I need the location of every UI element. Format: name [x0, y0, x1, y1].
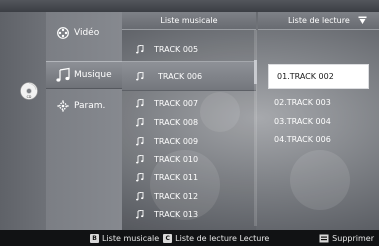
track-label: TRACK 013 [154, 210, 199, 219]
top-bar [0, 0, 379, 12]
delete-key-icon [319, 234, 329, 243]
main-menu: Vidéo Musique Param. [46, 12, 125, 230]
list-item[interactable]: TRACK 012 [122, 188, 256, 205]
track-label: TRACK 010 [154, 155, 199, 164]
track-label: TRACK 005 [154, 45, 199, 54]
track-label: TRACK 006 [158, 71, 203, 81]
music-note-icon [136, 210, 154, 219]
list-item[interactable]: TRACK 009 [122, 133, 256, 150]
playlist-header-label: Liste de lecture [288, 16, 350, 25]
hint-delete[interactable]: Supprimer [319, 234, 374, 243]
music-list-scroll-thumb[interactable] [254, 60, 257, 84]
playlist-item[interactable]: 04.TRACK 006 [274, 135, 331, 144]
music-list-panel: Liste musicale TRACK 005 TRACK 006 TRACK… [122, 12, 256, 230]
video-reel-icon [52, 27, 74, 39]
music-list-header: Liste musicale [122, 12, 256, 30]
menu-item-music[interactable]: Musique [46, 61, 125, 89]
settings-gear-icon [52, 100, 74, 112]
music-note-icon [136, 71, 154, 81]
music-note-icon [136, 192, 154, 201]
list-item[interactable]: TRACK 010 [122, 151, 256, 168]
music-note-icon [136, 99, 154, 108]
disc-label: CD [27, 95, 32, 99]
playlist-item[interactable]: 03.TRACK 004 [274, 117, 331, 126]
menu-item-label: Param. [74, 101, 106, 111]
source-column: CD [0, 12, 46, 230]
list-item[interactable]: TRACK 008 [122, 114, 256, 131]
playlist-panel: Liste de lecture 02.TRACK 003 03.TRACK 0… [258, 12, 379, 230]
track-label: TRACK 011 [154, 173, 199, 182]
list-item[interactable]: TRACK 013 [122, 206, 256, 223]
menu-item-video[interactable]: Vidéo [46, 19, 122, 47]
list-item[interactable]: TRACK 005 [122, 41, 256, 58]
playlist-mark-icon [358, 16, 367, 25]
hint-c-label: Liste de lecture Lecture [175, 233, 270, 243]
track-label: TRACK 008 [154, 118, 199, 127]
music-note-icon [136, 137, 154, 146]
list-item[interactable]: TRACK 011 [122, 169, 256, 186]
hint-b[interactable]: B Liste musicale [90, 233, 160, 243]
music-note-icon [136, 173, 154, 182]
cd-disc-icon[interactable]: CD [20, 82, 38, 100]
key-b-icon: B [90, 233, 99, 243]
hint-delete-label: Supprimer [332, 233, 374, 243]
playlist-header: Liste de lecture [258, 12, 379, 30]
media-player-screen: CD Vidéo Musique Param. Liste musicale T… [0, 0, 379, 246]
menu-item-settings[interactable]: Param. [46, 92, 122, 120]
hint-c[interactable]: C Liste de lecture Lecture [163, 233, 270, 243]
key-c-icon: C [163, 233, 173, 243]
music-note-icon [136, 155, 154, 164]
track-label: TRACK 009 [154, 137, 199, 146]
music-note-icon [52, 67, 74, 83]
track-label: TRACK 007 [154, 99, 199, 108]
music-note-icon [136, 118, 154, 127]
music-note-icon [136, 45, 154, 54]
playlist-item-focused[interactable]: 01.TRACK 002 [268, 64, 369, 89]
menu-item-label: Musique [74, 70, 112, 80]
list-item[interactable]: TRACK 007 [122, 95, 256, 112]
track-label: TRACK 012 [154, 192, 199, 201]
playlist-item[interactable]: 02.TRACK 003 [274, 98, 331, 107]
hint-b-label: Liste musicale [102, 233, 160, 243]
list-item-focused[interactable]: TRACK 006 [122, 61, 256, 91]
bottom-hint-bar: B Liste musicale C Liste de lecture Lect… [0, 230, 379, 246]
menu-item-label: Vidéo [74, 28, 100, 38]
